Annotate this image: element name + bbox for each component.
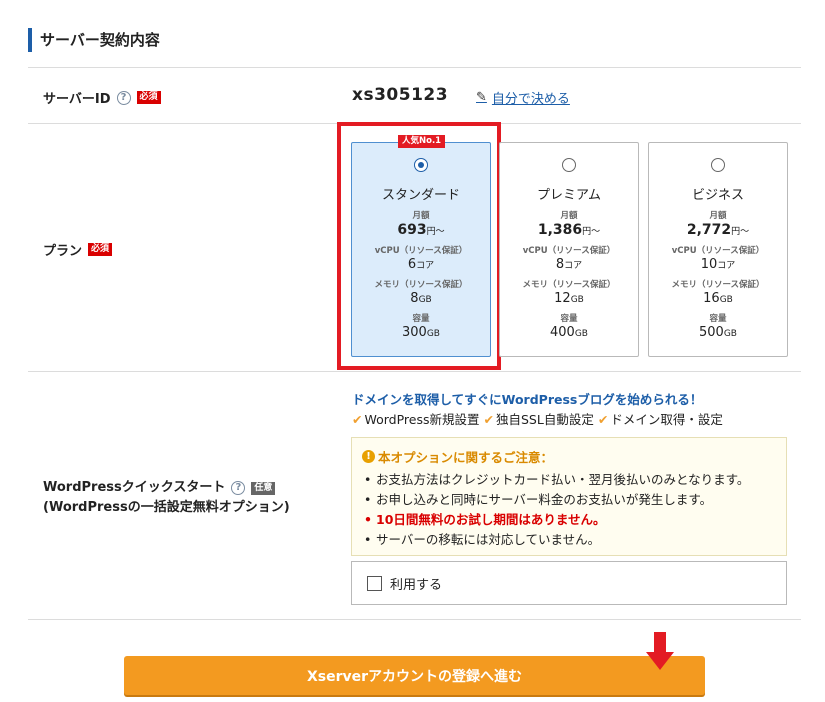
storage-value: 400GB xyxy=(550,325,588,340)
required-badge: 必須 xyxy=(88,243,113,256)
server-id-value: xs305123 xyxy=(352,85,449,105)
required-badge: 必須 xyxy=(136,91,161,104)
notice-box: ! 本オプションに関するご注意： お支払方法はクレジットカード払い・翌月後払いの… xyxy=(351,437,787,556)
memory-value: 12GB xyxy=(554,291,584,306)
check-icon: ✔ xyxy=(483,412,494,427)
wp-quickstart-label: WordPressクイックスタート ? 任意 (WordPressの一括設定無料… xyxy=(43,478,290,518)
monthly-label: 月額 xyxy=(412,211,430,221)
plan-price: 2,772円〜 xyxy=(686,222,750,238)
notice-list: お支払方法はクレジットカード払い・翌月後払いのみとなります。 お申し込みと同時に… xyxy=(362,470,776,550)
notice-item: お支払方法はクレジットカード払い・翌月後払いのみとなります。 xyxy=(362,470,776,490)
plan-price: 1,386円〜 xyxy=(537,222,601,238)
wp-quickstart-title: WordPressクイックスタート xyxy=(43,480,226,495)
divider xyxy=(28,619,801,620)
wp-heading: ドメインを取得してすぐにWordPressブログを始められる！ xyxy=(352,392,703,407)
memory-label: メモリ（リソース保証） xyxy=(671,280,765,290)
plan-card-business[interactable]: ビジネス 月額 2,772円〜 vCPU（リソース保証） 10コア メモリ（リソ… xyxy=(648,142,788,357)
plan-radio-business[interactable] xyxy=(711,158,725,172)
help-icon[interactable]: ? xyxy=(231,481,246,495)
memory-label: メモリ（リソース保証） xyxy=(522,280,616,290)
monthly-label: 月額 xyxy=(560,211,578,221)
storage-label: 容量 xyxy=(412,314,430,324)
self-decide-link-text[interactable]: 自分で決める xyxy=(492,88,570,107)
notice-title: ! 本オプションに関するご注意： xyxy=(362,447,776,466)
cpu-label: vCPU（リソース保証） xyxy=(374,246,468,256)
memory-value: 16GB xyxy=(703,291,733,306)
check-icon: ✔ xyxy=(597,412,609,427)
notice-item: サーバーの移転には対応していません。 xyxy=(362,530,776,550)
pencil-icon: ✎ xyxy=(476,90,487,105)
storage-label: 容量 xyxy=(560,314,578,324)
help-icon[interactable]: ? xyxy=(116,90,131,105)
warning-icon: ! xyxy=(362,450,375,463)
memory-value: 8GB xyxy=(410,291,432,306)
self-decide-link[interactable]: ✎ 自分で決める xyxy=(476,88,570,107)
plan-card-standard[interactable]: スタンダード 月額 693円〜 vCPU（リソース保証） 6コア メモリ（リソー… xyxy=(351,142,491,357)
plan-card-premium[interactable]: プレミアム 月額 1,386円〜 vCPU（リソース保証） 8コア メモリ（リソ… xyxy=(499,142,639,357)
use-option-label[interactable]: 利用する xyxy=(390,574,442,593)
use-option-checkbox-row[interactable]: 利用する xyxy=(351,561,787,605)
storage-value: 300GB xyxy=(402,325,440,340)
plan-name: プレミアム xyxy=(536,188,602,203)
notice-item-warning: 10日間無料のお試し期間はありません。 xyxy=(362,510,776,530)
down-arrow-icon xyxy=(646,632,674,670)
cpu-label: vCPU（リソース保証） xyxy=(671,246,765,256)
storage-label: 容量 xyxy=(709,314,727,324)
server-id-label: サーバーID xyxy=(43,92,111,107)
wp-feature: ✔ WordPress新規設置 xyxy=(352,412,480,427)
cpu-value: 6コア xyxy=(407,257,435,272)
plan-radio-standard[interactable] xyxy=(414,158,428,172)
notice-item: お申し込みと同時にサーバー料金のお支払いが発生します。 xyxy=(362,490,776,510)
cpu-value: 10コア xyxy=(700,257,736,272)
plan-label: プラン xyxy=(43,244,83,259)
plan-radio-premium[interactable] xyxy=(562,158,576,172)
storage-value: 500GB xyxy=(699,325,737,340)
divider xyxy=(28,67,801,68)
wp-feature-list: ✔ WordPress新規設置 ✔ 独自SSL自動設定 ✔ ドメイン取得・設定 xyxy=(352,409,723,428)
plan-name: スタンダード xyxy=(381,188,460,203)
server-id-label-group: サーバーID ? 必須 xyxy=(43,88,161,107)
wp-quickstart-subtitle: (WordPressの一括設定無料オプション) xyxy=(43,500,290,515)
plan-price: 693円〜 xyxy=(397,222,445,238)
plan-name: ビジネス xyxy=(691,188,744,203)
popular-badge: 人気No.1 xyxy=(398,135,446,148)
wp-feature: ✔ ドメイン取得・設定 xyxy=(597,412,723,427)
use-option-checkbox[interactable] xyxy=(367,575,382,591)
proceed-to-account-button[interactable]: Xserverアカウントの登録へ進む xyxy=(124,656,705,695)
plan-label-group: プラン 必須 xyxy=(43,240,113,259)
cpu-label: vCPU（リソース保証） xyxy=(522,246,616,256)
wp-feature: ✔ 独自SSL自動設定 xyxy=(483,412,594,427)
section-title: サーバー契約内容 xyxy=(28,28,160,52)
divider xyxy=(28,371,801,372)
monthly-label: 月額 xyxy=(709,211,727,221)
check-icon: ✔ xyxy=(352,412,363,427)
memory-label: メモリ（リソース保証） xyxy=(374,280,468,290)
cpu-value: 8コア xyxy=(555,257,583,272)
optional-badge: 任意 xyxy=(251,481,276,495)
